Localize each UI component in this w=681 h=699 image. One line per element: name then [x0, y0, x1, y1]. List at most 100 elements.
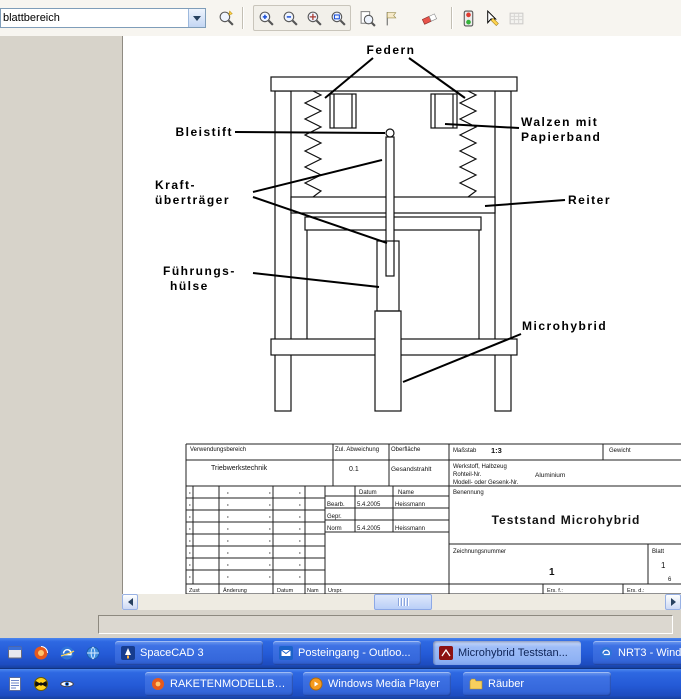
flag-icon [383, 10, 400, 27]
tb-datum-header: Datum [359, 490, 377, 496]
top-beam [271, 77, 517, 91]
tb-bearb-datum: 5.4.2005 [357, 502, 381, 508]
microhybrid-motor [375, 311, 401, 411]
label-reiter: Reiter [568, 193, 611, 207]
tb-werkstoff-line1: Werkstoff, Halbzeug [453, 464, 507, 470]
toolbar-separator [242, 7, 243, 29]
globe-icon[interactable] [84, 644, 102, 662]
radiation-icon[interactable] [32, 675, 50, 693]
tb-werkstoff-line3: Modell- oder Gesenk-Nr. [453, 480, 519, 486]
flag-button[interactable] [379, 6, 403, 30]
chevron-down-icon [193, 16, 201, 21]
internet-explorer-icon[interactable] [58, 644, 76, 662]
left-column [275, 91, 291, 411]
scroll-right-button[interactable] [665, 594, 681, 610]
tb-name-header: Name [398, 490, 415, 496]
revision-row-marks [189, 493, 301, 577]
taskbar-button-outlook[interactable]: Posteingang - Outloo... [273, 641, 421, 665]
media-file-icon[interactable] [6, 675, 24, 693]
tb-abweichung-value: 0.1 [349, 466, 359, 473]
cad-application-window: blattbereich [0, 0, 681, 699]
tb-zeichnungsnummer-value: 1 [549, 567, 555, 578]
combo-dropdown-button[interactable] [188, 9, 205, 27]
label-bleistift: Bleistift [175, 125, 233, 139]
sheet-area-combo[interactable]: blattbereich [0, 8, 206, 28]
main-toolbar: blattbereich [0, 0, 681, 37]
taskbar-button-label: Windows Media Player [328, 678, 440, 690]
taskbar-button-raketenmodellbau[interactable]: RAKETENMODELLBAU... [145, 672, 293, 696]
zoom-flash-icon [218, 10, 235, 27]
thumb-grip [398, 598, 399, 606]
arrow-left-icon [128, 598, 133, 606]
left-spring [305, 91, 321, 197]
taskbar-button-label: Microhybrid Teststan... [458, 647, 568, 659]
grid-print-button [504, 6, 528, 30]
tb-oberflaeche-label: Oberfläche [391, 447, 421, 453]
browser-site-icon [151, 677, 165, 691]
tb-bearb-label: Bearb. [327, 502, 345, 508]
scrollbar-thumb[interactable] [374, 594, 432, 610]
zoom-flash-button[interactable] [214, 6, 238, 30]
technical-drawing: Federn Bleistift Walzen mit Papierband K… [123, 36, 681, 594]
tb-zeichnungsnummer-label: Zeichnungsnummer [453, 549, 506, 555]
taskbar-button-label: NRT3 - Windo... [618, 647, 681, 659]
tb-blatt-value: 1 [661, 561, 666, 570]
zoom-page-button[interactable] [355, 6, 379, 30]
toolbar-separator [451, 7, 452, 29]
off-sheet-area [0, 36, 122, 594]
horizontal-scrollbar[interactable] [122, 594, 681, 610]
folder-icon [469, 677, 483, 691]
arrow-right-icon [671, 598, 676, 606]
zoom-dynamic-button[interactable] [302, 6, 326, 30]
taskbar-button-raeuber[interactable]: Räuber [463, 672, 611, 696]
command-input-field[interactable] [98, 615, 673, 634]
traffic-light-button[interactable] [456, 6, 480, 30]
taskbar-button-label: Posteingang - Outloo... [298, 647, 411, 659]
tb-blatt-label: Blatt [652, 549, 664, 555]
zoom-page-icon [359, 10, 376, 27]
edit-pointer-button[interactable] [480, 6, 504, 30]
tb-benennung-value: Teststand Microhybrid [492, 513, 641, 527]
pencil-tip [386, 129, 394, 137]
scroll-row [0, 594, 681, 610]
eraser-button[interactable] [417, 6, 441, 30]
tb-werkstoff-value: Aluminium [535, 472, 565, 479]
tb-gepr-label: Gepr. [327, 514, 342, 520]
right-spring [460, 91, 476, 197]
label-kraft-1: Kraft- [155, 178, 196, 192]
taskbar-button-nrt3[interactable]: NRT3 - Windo... [593, 641, 681, 665]
taskbar-button-label: RAKETENMODELLBAU... [170, 678, 287, 690]
traffic-light-icon [460, 10, 477, 27]
tb-verwendungsbereich-label: Verwendungsbereich [190, 447, 246, 453]
eraser-icon [421, 10, 438, 27]
title-block: Verwendungsbereich Triebwerkstechnik Zul… [186, 444, 681, 594]
scroll-left-button[interactable] [122, 594, 138, 610]
spacecad-icon [121, 646, 135, 660]
tb-norm-name: Heissmann [395, 526, 425, 532]
sheet-area-combo-value: blattbereich [1, 12, 188, 24]
tb-abweichung-label: Zul. Abweichung [335, 447, 379, 453]
zoom-out-button[interactable] [278, 6, 302, 30]
tb-gewicht-label: Gewicht [609, 448, 631, 454]
taskbar-button-spacecad[interactable]: SpaceCAD 3 [115, 641, 263, 665]
eye-icon[interactable] [58, 675, 76, 693]
taskbar-button-wmp[interactable]: Windows Media Player [303, 672, 451, 696]
zoom-window-button[interactable] [326, 6, 350, 30]
drawing-canvas[interactable]: Federn Bleistift Walzen mit Papierband K… [122, 36, 681, 594]
label-federn: Federn [366, 43, 415, 57]
label-microhybrid: Microhybrid [522, 319, 607, 333]
force-rod [386, 137, 394, 276]
firefox-icon[interactable] [32, 644, 50, 662]
tb-norm-datum: 5.4.2005 [357, 526, 381, 532]
cad-document-icon [439, 646, 453, 660]
zoom-tool-group [253, 5, 351, 31]
tb-bearb-name: Heissmann [395, 502, 425, 508]
taskbar-row-1: SpaceCAD 3 Posteingang - Outloo... Micro… [0, 638, 681, 668]
taskbar-button-microhybrid-active[interactable]: Microhybrid Teststan... [433, 641, 581, 665]
label-fuehrung-1: Führungs- [163, 264, 236, 278]
tb-massstab-value: 1:3 [491, 446, 502, 455]
zoom-in-button[interactable] [254, 6, 278, 30]
app-window-icon[interactable] [6, 644, 24, 662]
taskbar-row-2: RAKETENMODELLBAU... Windows Media Player… [0, 669, 681, 699]
tb-massstab-label: Maßstab [453, 448, 477, 454]
